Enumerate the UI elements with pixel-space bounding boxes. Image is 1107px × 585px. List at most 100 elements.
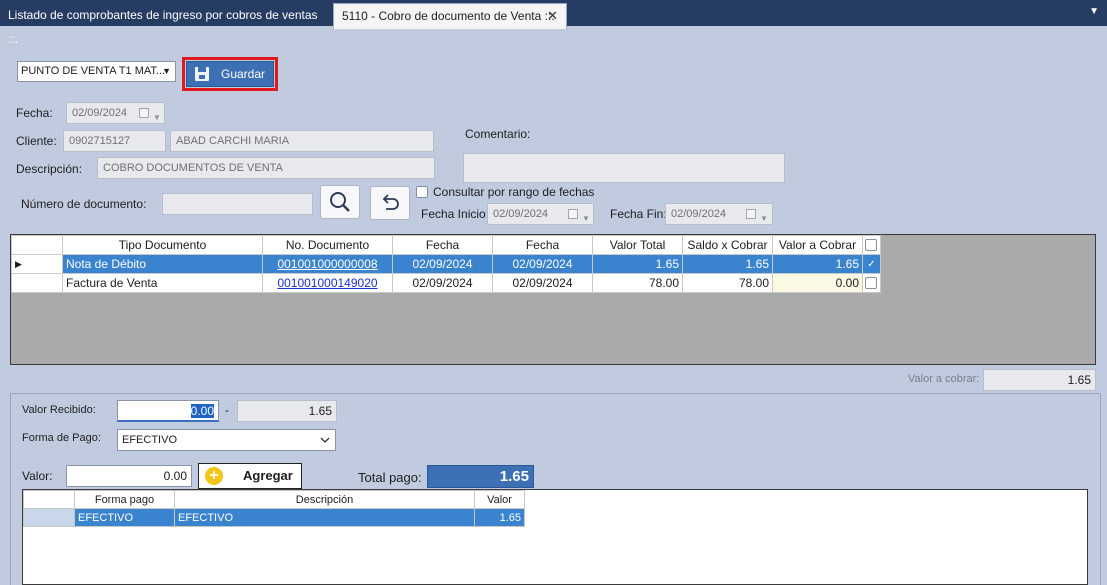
tab-listado-comprobantes[interactable]: Listado de comprobantes de ingreso por c… [0, 3, 330, 46]
floppy-disk-icon [195, 67, 209, 81]
fecha-fin-value: 02/09/2024 [671, 208, 727, 220]
plus-icon: + [205, 467, 223, 485]
fecha-cell[interactable]: 02/09/2024 [492, 273, 593, 293]
payments-table: Forma pago Descripción Valor EFECTIVO EF… [23, 490, 525, 527]
column-header[interactable]: No. Documento [262, 235, 393, 255]
saldo-cobrar-cell[interactable]: 1.65 [682, 254, 773, 274]
select-all-checkbox[interactable] [865, 239, 877, 251]
row-indicator [23, 508, 75, 527]
forma-pago-cell[interactable]: EFECTIVO [74, 508, 175, 527]
column-header[interactable]: Fecha [392, 235, 493, 255]
tipo-documento-cell[interactable]: Nota de Débito [62, 254, 263, 274]
valor-cobrar-cell[interactable]: 0.00 [772, 273, 863, 293]
diferencia-field: 1.65 [237, 400, 337, 422]
search-button[interactable] [320, 185, 360, 219]
table-row[interactable]: EFECTIVO EFECTIVO 1.65 [23, 508, 525, 527]
documents-table: Tipo Documento No. Documento Fecha Fecha… [11, 235, 881, 293]
valor-recibido-input[interactable]: 0.00 [117, 400, 219, 422]
column-header[interactable]: Tipo Documento [62, 235, 263, 255]
valor-input[interactable]: 0.00 [66, 465, 192, 487]
column-header[interactable]: Forma pago [74, 490, 175, 509]
cliente-id-field: 0902715127 [63, 130, 166, 152]
calendar-icon [568, 209, 578, 219]
cliente-label: Cliente: [16, 134, 57, 148]
search-icon [330, 192, 350, 212]
undo-button[interactable] [370, 186, 410, 220]
header-row: Forma pago Descripción Valor [23, 490, 525, 509]
calendar-icon [746, 209, 756, 219]
forma-pago-label: Forma de Pago: [22, 432, 101, 444]
fecha-cell[interactable]: 02/09/2024 [392, 273, 493, 293]
numero-documento-link[interactable]: 001001000149020 [262, 273, 393, 293]
numero-documento-input[interactable] [162, 193, 313, 215]
cliente-nombre-value: ABAD CARCHI MARIA [176, 135, 290, 147]
fecha-fin-label: Fecha Fin: [610, 207, 667, 221]
fecha-label: Fecha: [16, 106, 53, 120]
column-header[interactable]: Valor Total [592, 235, 683, 255]
rango-fechas-label: Consultar por rango de fechas [433, 185, 595, 199]
comentario-label: Comentario: [465, 127, 531, 141]
punto-venta-value: PUNTO DE VENTA T1 MAT... [21, 65, 166, 77]
descripcion-label: Descripción: [16, 162, 83, 176]
documents-grid: Tipo Documento No. Documento Fecha Fecha… [10, 234, 1096, 365]
calendar-icon [139, 108, 149, 118]
payments-grid: Forma pago Descripción Valor EFECTIVO EF… [22, 489, 1088, 585]
header-row: Tipo Documento No. Documento Fecha Fecha… [11, 235, 881, 255]
select-all-header[interactable] [862, 235, 881, 255]
cliente-id-value: 0902715127 [69, 135, 131, 147]
fecha-field[interactable]: 02/09/2024 ▼ [66, 102, 165, 124]
valor-total-cell[interactable]: 78.00 [592, 273, 683, 293]
column-header[interactable]: Valor a Cobrar [772, 235, 863, 255]
column-header[interactable]: Valor [474, 490, 525, 509]
tab-cobro-documento[interactable]: 5110 - Cobro de documento de Venta ::. ✕ [333, 3, 567, 29]
descripcion-field[interactable]: COBRO DOCUMENTOS DE VENTA [97, 157, 435, 179]
column-header[interactable]: Descripción [174, 490, 475, 509]
fecha-cell[interactable]: 02/09/2024 [392, 254, 493, 274]
column-header[interactable]: Saldo x Cobrar [682, 235, 773, 255]
add-payment-label: Agregar [243, 468, 293, 483]
row-checkbox[interactable] [865, 277, 877, 289]
row-indicator-header [23, 490, 75, 509]
row-indicator [11, 273, 63, 293]
valor-cell[interactable]: 1.65 [474, 508, 525, 527]
tab-bar: Listado de comprobantes de ingreso por c… [0, 0, 1107, 46]
row-checkbox-checked[interactable]: ✓ [862, 254, 881, 274]
total-pago-label: Total pago: [358, 470, 422, 485]
valor-a-cobrar-field: 1.65 [983, 369, 1096, 391]
tab-label: 5110 - Cobro de documento de Venta ::. [342, 9, 555, 23]
column-header[interactable]: Fecha [492, 235, 593, 255]
fecha-inicio-label: Fecha Inicio: [421, 207, 490, 221]
fecha-fin-field[interactable]: 02/09/2024 ▼ [665, 203, 773, 225]
valor-cobrar-cell[interactable]: 1.65 [772, 254, 863, 274]
add-payment-button[interactable]: + Agregar [198, 463, 302, 489]
table-row[interactable]: Factura de Venta 001001000149020 02/09/2… [11, 273, 881, 293]
table-row[interactable]: ▶ Nota de Débito 001001000000008 02/09/2… [11, 254, 881, 274]
tab-label: Listado de comprobantes de ingreso por c… [8, 8, 318, 46]
valor-recibido-value: 0.00 [190, 404, 214, 418]
numero-documento-label: Número de documento: [21, 197, 147, 211]
save-button[interactable]: Guardar [186, 61, 274, 87]
valor-total-cell[interactable]: 1.65 [592, 254, 683, 274]
saldo-cobrar-cell[interactable]: 78.00 [682, 273, 773, 293]
valor-label: Valor: [22, 469, 53, 483]
chevron-down-icon: ▼ [760, 214, 768, 223]
total-pago-value: 1.65 [427, 465, 534, 488]
row-checkbox-cell[interactable] [862, 273, 881, 293]
cliente-nombre-field: ABAD CARCHI MARIA [170, 130, 434, 152]
forma-pago-value: EFECTIVO [122, 434, 178, 446]
comentario-field[interactable] [463, 153, 785, 183]
punto-venta-select[interactable]: PUNTO DE VENTA T1 MAT... ▼ [17, 61, 176, 82]
descripcion-cell[interactable]: EFECTIVO [174, 508, 475, 527]
forma-pago-select[interactable]: EFECTIVO [117, 429, 336, 451]
tipo-documento-cell[interactable]: Factura de Venta [62, 273, 263, 293]
fecha-cell[interactable]: 02/09/2024 [492, 254, 593, 274]
chevron-down-icon: ▼ [582, 214, 590, 223]
descripcion-value: COBRO DOCUMENTOS DE VENTA [103, 162, 283, 174]
rango-fechas-checkbox[interactable] [416, 186, 428, 198]
row-indicator-header [11, 235, 63, 255]
tab-menu-icon[interactable]: ▼ [1089, 6, 1099, 17]
close-icon[interactable]: ✕ [547, 4, 558, 28]
fecha-inicio-field[interactable]: 02/09/2024 ▼ [487, 203, 594, 225]
undo-icon [382, 194, 399, 210]
numero-documento-link[interactable]: 001001000000008 [262, 254, 393, 274]
